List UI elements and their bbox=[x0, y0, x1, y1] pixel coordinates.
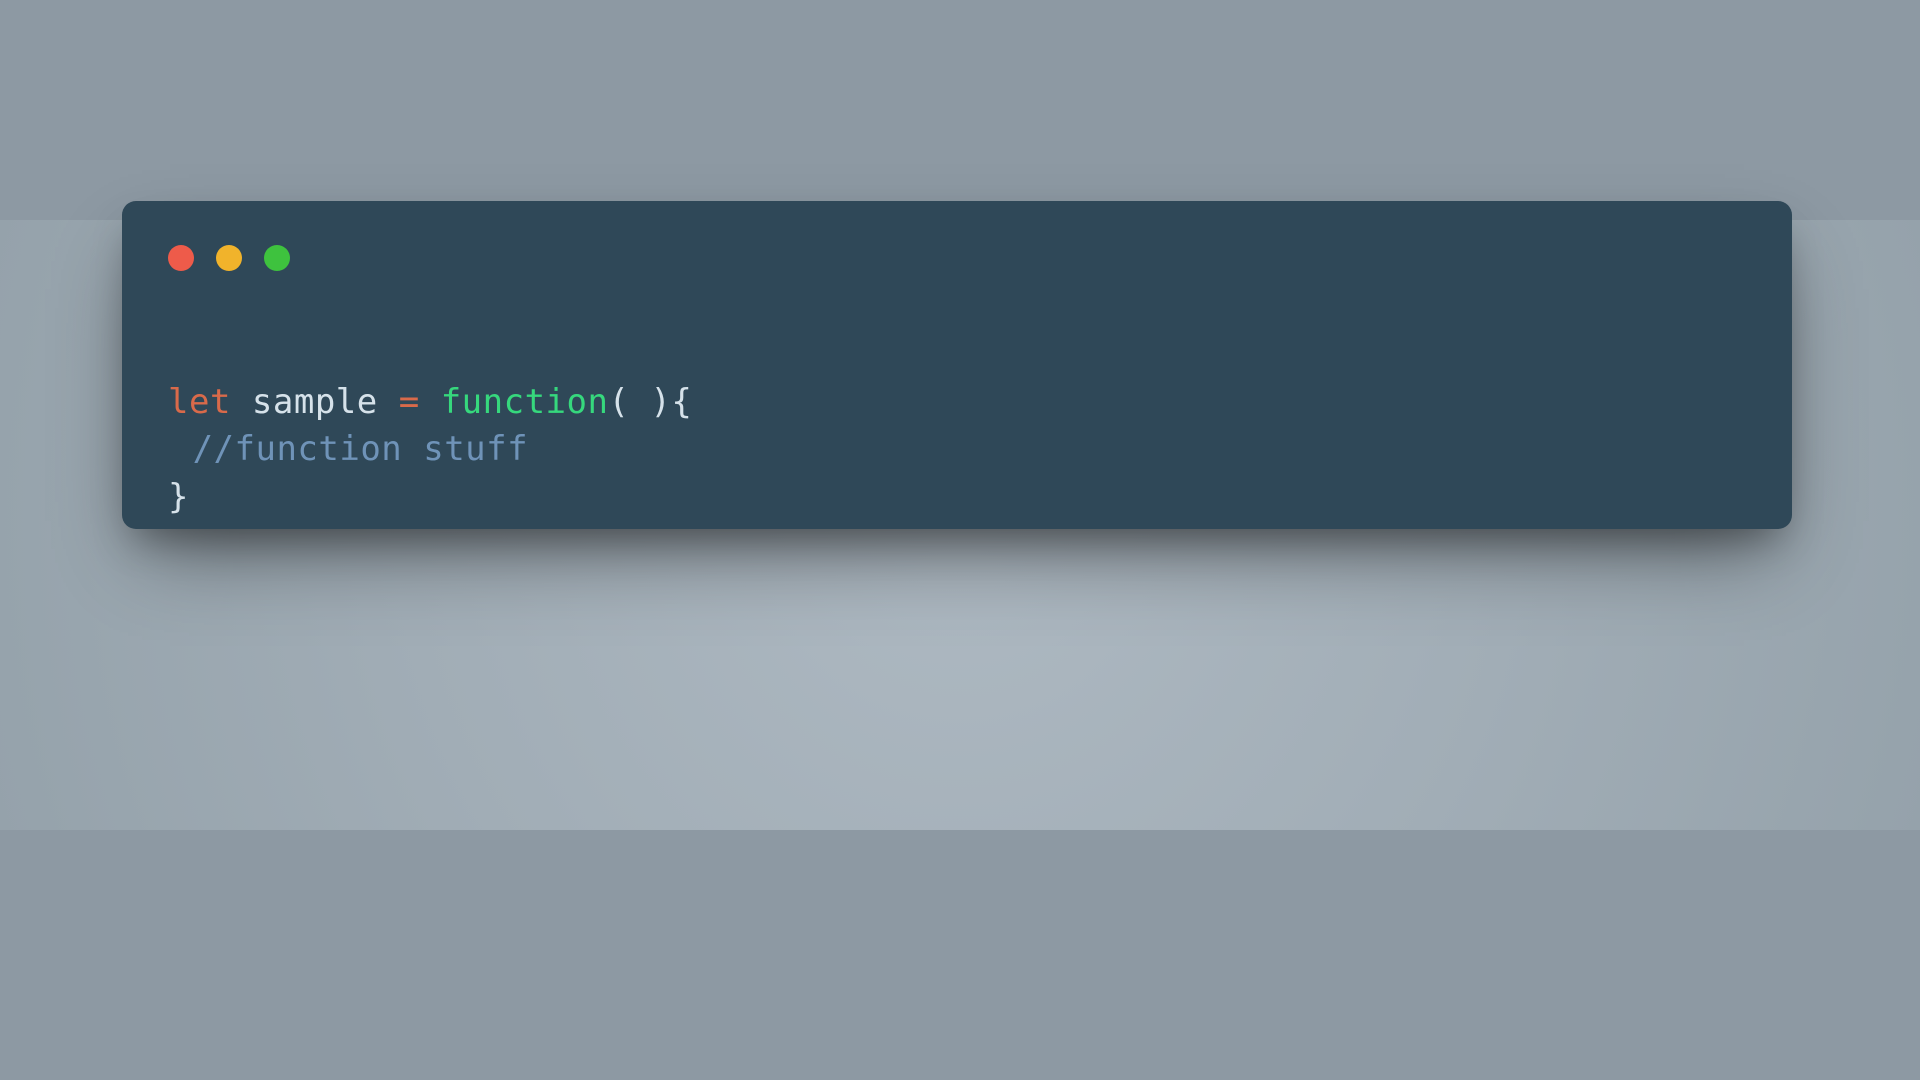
token-close-brace: } bbox=[168, 477, 189, 517]
code-line-1: let sample = function( ){ bbox=[168, 382, 692, 422]
token-open-brace: { bbox=[671, 382, 692, 422]
code-block: let sample = function( ){ //function stu… bbox=[168, 331, 692, 569]
stage: let sample = function( ){ //function stu… bbox=[0, 220, 1920, 830]
minimize-icon[interactable] bbox=[216, 245, 242, 271]
letterbox-bottom bbox=[0, 830, 1920, 1080]
code-line-2: //function stuff bbox=[168, 429, 528, 469]
close-icon[interactable] bbox=[168, 245, 194, 271]
zoom-icon[interactable] bbox=[264, 245, 290, 271]
letterbox-top bbox=[0, 0, 1920, 220]
window-titlebar bbox=[168, 245, 290, 271]
token-equals: = bbox=[399, 382, 420, 422]
code-line-3: } bbox=[168, 477, 189, 517]
token-parens: ( ) bbox=[608, 382, 671, 422]
token-function-word: function bbox=[441, 382, 609, 422]
token-comment: //function stuff bbox=[193, 429, 529, 469]
code-window: let sample = function( ){ //function stu… bbox=[122, 201, 1792, 529]
token-ident-sample: sample bbox=[252, 382, 378, 422]
token-keyword-let: let bbox=[168, 382, 231, 422]
